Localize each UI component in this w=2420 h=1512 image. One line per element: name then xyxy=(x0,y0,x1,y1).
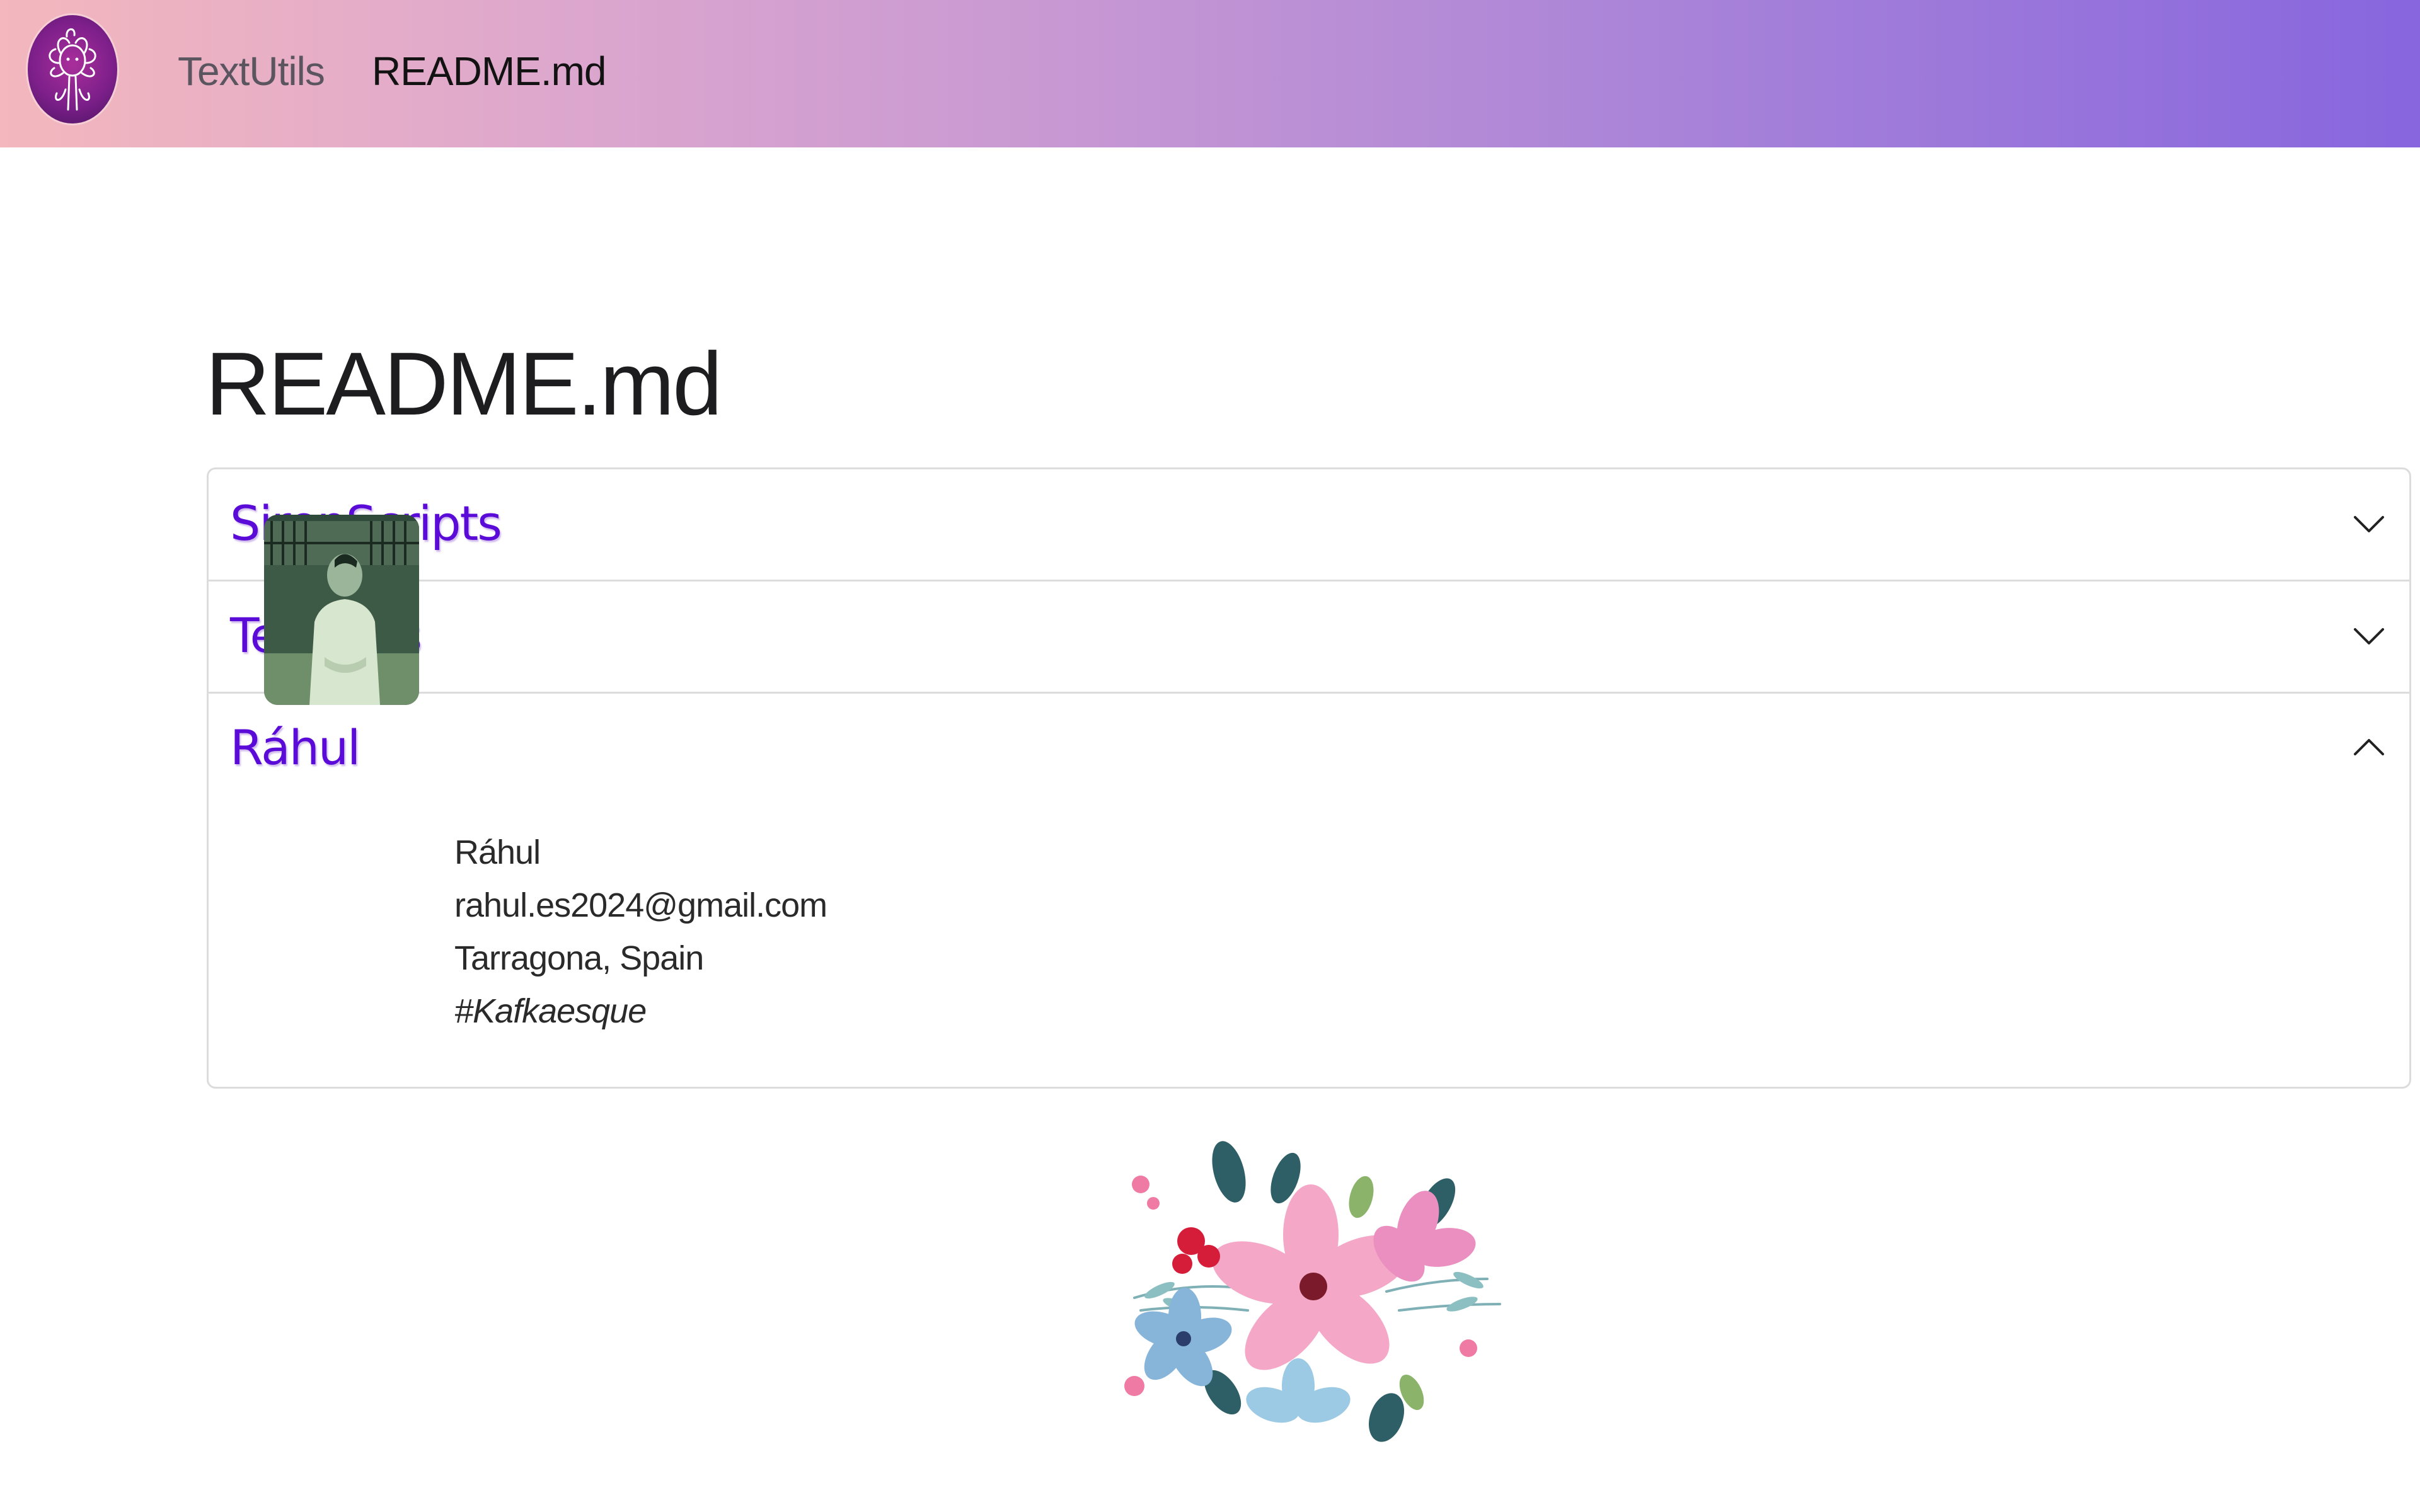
nav-link-readme[interactable]: README.md xyxy=(372,43,606,100)
chevron-down-icon[interactable] xyxy=(2350,505,2388,542)
chevron-up-icon[interactable] xyxy=(2350,729,2388,767)
page-title: README.md xyxy=(205,334,722,434)
accordion-header-rahul[interactable]: Ráhul xyxy=(209,694,2409,806)
profile-name: Ráhul xyxy=(454,833,541,871)
profile-email: rahul.es2024@gmail.com xyxy=(454,886,827,924)
medusa-logo-icon[interactable] xyxy=(28,15,117,123)
profile-tagline: #Kafkaesque xyxy=(454,992,647,1030)
floral-bouquet-image xyxy=(1059,1121,1563,1449)
chevron-down-icon[interactable] xyxy=(2350,617,2388,655)
accordion-header-textutils[interactable]: TextUtils xyxy=(209,581,2409,694)
accordion-header-sirenscripts[interactable]: SirenScripts xyxy=(209,469,2409,581)
profile-photo xyxy=(264,515,419,705)
accordion-title: Ráhul xyxy=(230,719,360,776)
nav-brand-link[interactable]: TextUtils xyxy=(178,43,325,100)
navbar: TextUtils README.md xyxy=(0,0,2420,147)
profile-location: Tarragona, Spain xyxy=(454,939,704,977)
accordion: SirenScripts TextUtils Ráhul xyxy=(207,467,2411,1089)
